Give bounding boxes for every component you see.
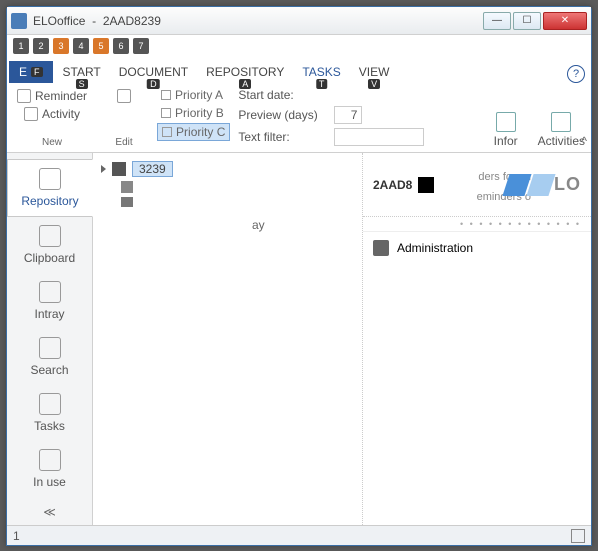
- section-administration[interactable]: Administration: [363, 231, 591, 264]
- help-icon[interactable]: ?: [567, 65, 585, 83]
- reminder-button[interactable]: Reminder: [13, 87, 91, 105]
- filter-form: Start date: Preview (days) 7 Text filter:: [238, 87, 424, 148]
- ribbon-expand-icon[interactable]: ^: [581, 134, 587, 148]
- partial-ay: ay: [252, 218, 265, 232]
- elo-logo: LO: [506, 174, 581, 196]
- dots-separator: • • • • • • • • • • • • •: [363, 217, 591, 231]
- maximize-button[interactable]: ☐: [513, 12, 541, 30]
- quick-access-toolbar: 1 2 3 4 5 6 7: [7, 35, 591, 57]
- qat-6[interactable]: 6: [113, 38, 129, 54]
- activities-icon: [551, 112, 571, 132]
- nav-rail: Repository Clipboard Intray Search Tasks…: [7, 153, 93, 525]
- group-new: Reminder Activity New: [13, 87, 91, 148]
- qat-2[interactable]: 2: [33, 38, 49, 54]
- preview-days-label: Preview (days): [238, 108, 328, 122]
- file-icon: [121, 181, 133, 193]
- black-square-icon: [418, 177, 434, 193]
- nav-intray[interactable]: Intray: [7, 273, 92, 329]
- text-filter-label: Text filter:: [238, 130, 328, 144]
- nav-inuse[interactable]: In use: [7, 441, 92, 497]
- app-icon: [11, 13, 27, 29]
- repository-icon: [39, 168, 61, 190]
- admin-icon: [373, 240, 389, 256]
- tab-document[interactable]: DOCUMENTD: [111, 61, 196, 83]
- qat-1[interactable]: 1: [13, 38, 29, 54]
- clipboard-icon: [39, 225, 61, 247]
- status-left: 1: [13, 529, 20, 543]
- qat-4[interactable]: 4: [73, 38, 89, 54]
- tree-root-label: 3239: [132, 161, 173, 177]
- titlebar: ELOoffice - 2AAD8239 — ☐ ✕: [7, 7, 591, 35]
- ribbon-body: Reminder Activity New Edit Priority A Pr…: [7, 83, 591, 153]
- chevron-right-icon: [101, 165, 106, 173]
- activity-button[interactable]: Activity: [20, 105, 84, 123]
- tab-start[interactable]: STARTS: [55, 61, 109, 83]
- inuse-icon: [39, 449, 61, 471]
- activities-button[interactable]: Activities: [538, 112, 585, 148]
- folder-icon: [112, 162, 126, 176]
- preview-title: 2AAD8: [373, 177, 434, 193]
- workspace: 3239 2AAD8 LO • • • • • • • • • • •: [93, 153, 591, 525]
- preview-header: 2AAD8 LO: [363, 153, 591, 217]
- tree-child-2[interactable]: [99, 195, 356, 209]
- tab-tasks[interactable]: TASKST: [294, 61, 348, 83]
- text-filter-input[interactable]: [334, 128, 424, 146]
- tree-child[interactable]: [99, 179, 356, 195]
- tab-repository[interactable]: REPOSITORYA: [198, 61, 292, 83]
- qat-3[interactable]: 3: [53, 38, 69, 54]
- nav-search[interactable]: Search: [7, 329, 92, 385]
- nav-collapse-icon[interactable]: ≪: [7, 497, 92, 527]
- preview-days-value[interactable]: 7: [334, 106, 362, 124]
- intray-icon: [39, 281, 61, 303]
- task-icon: [117, 89, 131, 103]
- status-icon[interactable]: [571, 529, 585, 543]
- app-window: ELOoffice - 2AAD8239 — ☐ ✕ 1 2 3 4 5 6 7…: [6, 6, 592, 546]
- tab-view[interactable]: VIEWV: [351, 61, 398, 83]
- window-title: ELOoffice - 2AAD8239: [33, 14, 483, 28]
- close-button[interactable]: ✕: [543, 12, 587, 30]
- activity-icon: [24, 107, 38, 121]
- tasks-icon: [39, 393, 61, 415]
- priority-list: Priority A Priority B Priority C: [157, 87, 230, 148]
- reminder-icon: [17, 89, 31, 103]
- info-icon: [496, 112, 516, 132]
- preview-panel: 2AAD8 LO • • • • • • • • • • • • • Admin…: [363, 153, 591, 525]
- file-tab[interactable]: EF: [9, 61, 53, 83]
- section-label: Administration: [397, 241, 473, 255]
- infor-button[interactable]: Infor: [494, 112, 518, 148]
- priority-b[interactable]: Priority B: [157, 105, 230, 121]
- priority-a[interactable]: Priority A: [157, 87, 230, 103]
- content-area: Repository Clipboard Intray Search Tasks…: [7, 153, 591, 525]
- ribbon-tabs: EF STARTS DOCUMENTD REPOSITORYA TASKST V…: [7, 57, 591, 83]
- group-new-label: New: [42, 137, 62, 148]
- tree-root[interactable]: 3239: [99, 159, 356, 179]
- tree-panel: 3239: [93, 153, 363, 525]
- task-button[interactable]: [113, 87, 135, 105]
- group-edit-label: Edit: [115, 137, 132, 148]
- qat-7[interactable]: 7: [133, 38, 149, 54]
- group-edit: Edit: [99, 87, 149, 148]
- status-bar: 1: [7, 525, 591, 545]
- nav-repository[interactable]: Repository: [7, 159, 93, 217]
- nav-tasks[interactable]: Tasks: [7, 385, 92, 441]
- priority-c[interactable]: Priority C: [157, 123, 230, 141]
- chat-icon: [121, 197, 133, 207]
- qat-5[interactable]: 5: [93, 38, 109, 54]
- nav-clipboard[interactable]: Clipboard: [7, 217, 92, 273]
- search-icon: [39, 337, 61, 359]
- minimize-button[interactable]: —: [483, 12, 511, 30]
- start-date-label: Start date:: [238, 88, 328, 102]
